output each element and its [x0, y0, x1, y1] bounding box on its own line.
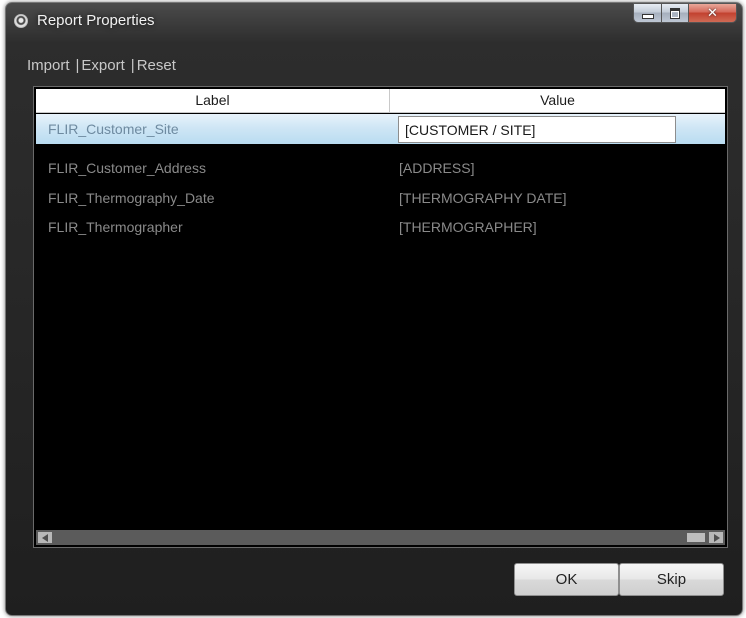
maximize-button[interactable] — [662, 3, 689, 23]
scroll-right-icon[interactable] — [709, 532, 723, 543]
menu-export[interactable]: Export — [81, 57, 124, 74]
grid-row[interactable]: FLIR_Thermographer [THERMOGRAPHER] — [36, 212, 725, 242]
scroll-thumb[interactable] — [687, 533, 705, 542]
menu-separator: | — [130, 57, 135, 74]
maximize-icon — [670, 7, 680, 19]
scroll-left-icon[interactable] — [38, 532, 52, 543]
horizontal-scrollbar[interactable] — [36, 530, 725, 545]
row-label: FLIR_Customer_Address — [48, 160, 206, 176]
column-header-label[interactable]: Label — [36, 89, 390, 112]
menu-separator: | — [75, 57, 80, 74]
grid-row[interactable]: FLIR_Customer_Address [ADDRESS] — [36, 153, 725, 183]
value-input[interactable] — [398, 116, 676, 143]
properties-grid: Label Value FLIR_Customer_Site FLIR_Cust… — [33, 86, 728, 548]
grid-row[interactable]: FLIR_Thermography_Date [THERMOGRAPHY DAT… — [36, 183, 725, 213]
menu-import[interactable]: Import — [27, 57, 70, 74]
caption-buttons: ✕ — [633, 3, 737, 23]
grid-row[interactable]: FLIR_Customer_Site — [36, 114, 725, 144]
row-value[interactable]: [THERMOGRAPHY DATE] — [399, 183, 567, 213]
title-bar[interactable]: Report Properties ✕ — [6, 3, 742, 37]
row-label: FLIR_Thermography_Date — [48, 190, 215, 206]
menu-reset[interactable]: Reset — [137, 57, 176, 74]
close-icon: ✕ — [707, 5, 718, 21]
menu-bar: Import | Export | Reset — [27, 57, 176, 74]
skip-button[interactable]: Skip — [619, 563, 724, 596]
window-title: Report Properties — [37, 12, 155, 29]
minimize-icon — [641, 14, 654, 19]
close-button[interactable]: ✕ — [689, 3, 737, 23]
row-label: FLIR_Thermographer — [48, 219, 183, 235]
ok-button[interactable]: OK — [514, 563, 619, 596]
minimize-button[interactable] — [633, 3, 662, 23]
column-header-value[interactable]: Value — [390, 89, 725, 112]
row-value[interactable]: [THERMOGRAPHER] — [399, 212, 537, 242]
row-label: FLIR_Customer_Site — [48, 121, 179, 137]
grid-header: Label Value — [36, 89, 725, 113]
row-value[interactable]: [ADDRESS] — [399, 153, 474, 183]
app-icon — [14, 14, 28, 28]
